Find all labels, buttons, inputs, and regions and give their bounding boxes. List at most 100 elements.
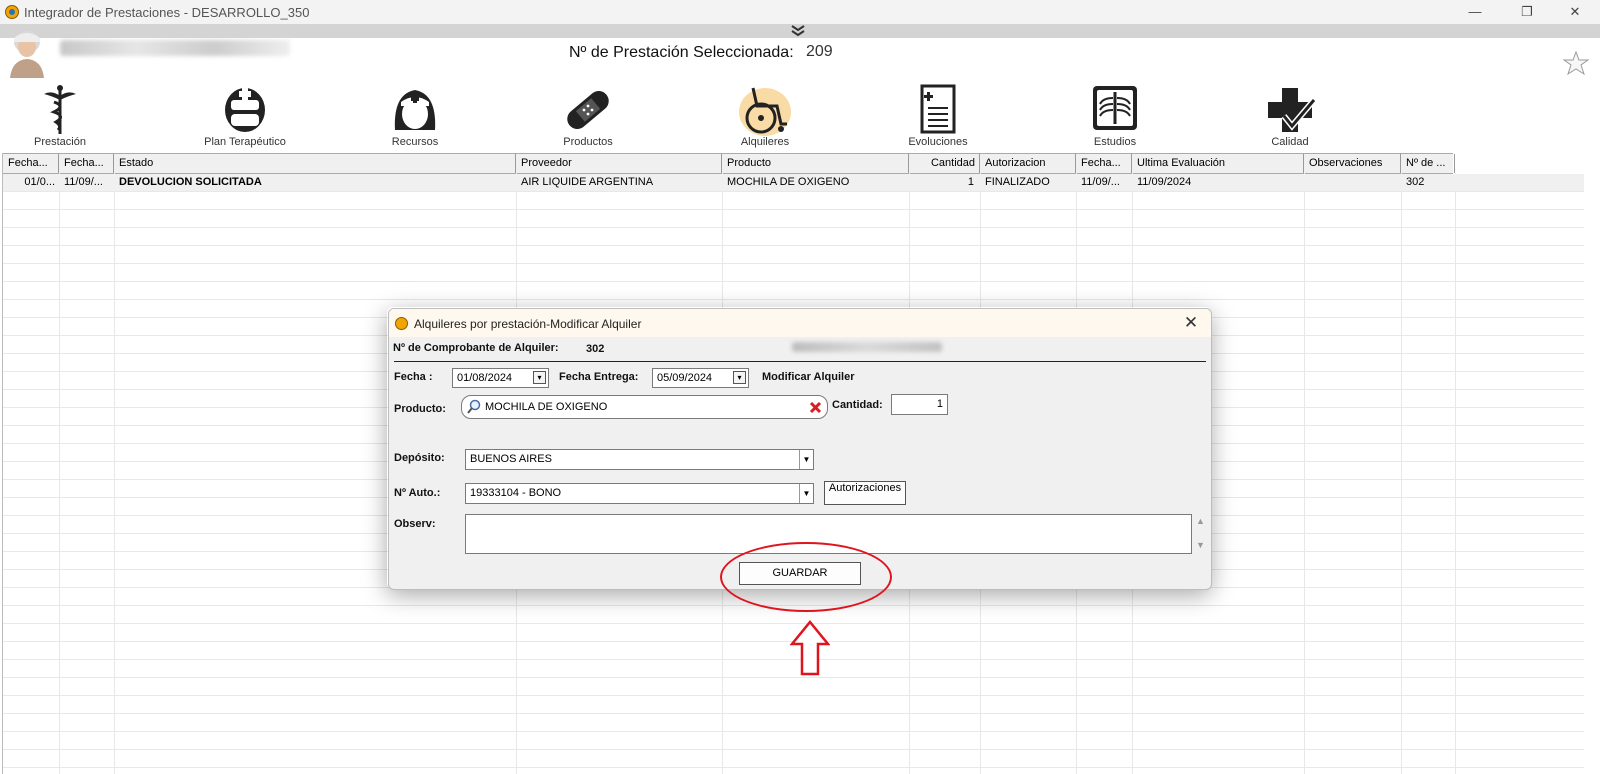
- comprobante-label: Nº de Comprobante de Alquiler:: [393, 342, 559, 354]
- cell-fecha: 01/0...: [24, 176, 55, 188]
- selected-prestacion-label: Nº de Prestación Seleccionada:: [569, 44, 794, 61]
- column-header[interactable]: Fecha...: [3, 154, 59, 173]
- collapse-header-bar[interactable]: [0, 24, 1600, 38]
- autorizacion-select[interactable]: 19333104 - BONO ▼: [465, 483, 814, 504]
- column-header[interactable]: Ultima Evaluación: [1132, 154, 1304, 173]
- column-header[interactable]: Observaciones: [1304, 154, 1401, 173]
- fecha-entrega-date-picker[interactable]: 05/09/2024 ▾: [652, 368, 749, 388]
- calendar-dropdown-icon[interactable]: ▾: [533, 371, 546, 384]
- clear-icon[interactable]: [809, 401, 822, 414]
- deposito-select[interactable]: BUENOS AIRES ▼: [465, 449, 814, 470]
- highlight-ellipse: [720, 542, 892, 612]
- grid-header: Fecha... Fecha... Estado Proveedor Produ…: [3, 153, 1455, 174]
- nurse-icon: [394, 90, 436, 130]
- clipboard-icon: [920, 84, 956, 134]
- cell-producto: MOCHILA DE OXIGENO: [727, 176, 850, 188]
- toolbar-label: Calidad: [1271, 136, 1309, 148]
- window-titlebar: Integrador de Prestaciones - DESARROLLO_…: [0, 0, 1600, 24]
- column-header[interactable]: Fecha...: [59, 154, 114, 173]
- minimize-button[interactable]: —: [1452, 2, 1498, 22]
- fecha-date-picker[interactable]: 01/08/2024 ▾: [452, 368, 549, 388]
- dialog-titlebar: Alquileres por prestación-Modificar Alqu…: [389, 309, 1211, 337]
- bandage-icon: [567, 91, 609, 129]
- table-row[interactable]: 01/0... 11/09/... DEVOLUCION SOLICITADA …: [3, 174, 1585, 192]
- toolbar-label: Plan Terapéutico: [204, 136, 286, 148]
- scroll-down-icon[interactable]: ▼: [1196, 540, 1205, 550]
- cell-observaciones: [1304, 174, 1401, 191]
- column-header[interactable]: Autorizacion: [980, 154, 1076, 173]
- fecha-entrega-value: 05/09/2024: [657, 372, 713, 384]
- toolbar-recursos[interactable]: Recursos: [375, 84, 455, 150]
- wheelchair-icon: [739, 87, 791, 136]
- close-window-button[interactable]: ✕: [1552, 2, 1598, 22]
- cell-numero: 302: [1406, 176, 1425, 188]
- patient-name-redacted: [60, 40, 290, 56]
- dialog-close-button[interactable]: ✕: [1181, 313, 1201, 333]
- toolbar-estudios[interactable]: Estudios: [1075, 84, 1155, 150]
- toolbar-prestacion[interactable]: Prestación: [20, 84, 100, 150]
- chevron-down-icon[interactable]: ▼: [799, 484, 813, 503]
- arrow-up-icon: [790, 620, 830, 676]
- deposito-value: BUENOS AIRES: [470, 453, 552, 465]
- restore-button[interactable]: ❐: [1504, 2, 1550, 22]
- nurse-mask-icon: [225, 88, 265, 132]
- patient-name-redacted: [792, 342, 942, 352]
- cell-cantidad: 1: [967, 176, 974, 188]
- toolbar-label: Alquileres: [740, 136, 790, 148]
- toolbar-calidad[interactable]: Calidad: [1250, 84, 1330, 150]
- chevron-down-icon[interactable]: [790, 25, 806, 37]
- toolbar-label: Recursos: [391, 136, 439, 148]
- dialog-title: Alquileres por prestación-Modificar Alqu…: [414, 317, 642, 331]
- autorizaciones-button[interactable]: Autorizaciones: [824, 481, 906, 505]
- comprobante-value: 302: [586, 343, 605, 355]
- column-header[interactable]: Nº de ...: [1401, 154, 1455, 173]
- toolbar-plan-terapeutico[interactable]: Plan Terapéutico: [195, 84, 295, 150]
- calendar-dropdown-icon[interactable]: ▾: [733, 371, 746, 384]
- grid-scrollbar[interactable]: [1584, 153, 1600, 774]
- column-header[interactable]: Fecha...: [1076, 154, 1132, 173]
- producto-label: Producto:: [394, 403, 446, 415]
- search-icon[interactable]: [466, 399, 482, 415]
- auto-value: 19333104 - BONO: [470, 487, 562, 499]
- toolbar-productos[interactable]: Productos: [548, 84, 628, 150]
- app-logo-icon: [395, 317, 408, 330]
- column-header[interactable]: Estado: [114, 154, 516, 173]
- column-header[interactable]: Proveedor: [516, 154, 722, 173]
- auto-label: Nº Auto.:: [394, 487, 441, 499]
- toolbar-label: Estudios: [1093, 136, 1137, 148]
- app-logo-icon: [5, 5, 19, 19]
- window-title: Integrador de Prestaciones - DESARROLLO_…: [24, 5, 310, 20]
- fecha-entrega-label: Fecha Entrega:: [559, 371, 639, 383]
- scroll-up-icon[interactable]: ▲: [1196, 516, 1205, 526]
- cell-autorizacion: FINALIZADO: [985, 176, 1050, 188]
- toolbar-label: Prestación: [34, 136, 86, 148]
- observ-scrollbar[interactable]: ▲ ▼: [1193, 514, 1209, 554]
- deposito-label: Depósito:: [394, 452, 445, 464]
- toolbar-label: Evoluciones: [908, 136, 968, 148]
- toolbar-evoluciones[interactable]: Evoluciones: [898, 84, 978, 150]
- divider: [394, 361, 1206, 362]
- xray-icon: [1093, 86, 1137, 130]
- cell-ultima-evaluacion: 11/09/2024: [1137, 176, 1192, 188]
- cell-fecha: 11/09/...: [64, 176, 103, 188]
- fecha-value: 01/08/2024: [457, 372, 513, 384]
- medical-cross-check-icon: [1268, 88, 1317, 132]
- chevron-down-icon[interactable]: ▼: [799, 450, 813, 469]
- toolbar-label: Productos: [563, 136, 613, 148]
- fecha-label: Fecha :: [394, 371, 433, 383]
- cantidad-input[interactable]: 1: [891, 394, 948, 415]
- observ-label: Observ:: [394, 518, 436, 530]
- star-icon[interactable]: [1563, 50, 1589, 76]
- producto-value: MOCHILA DE OXIGENO: [485, 401, 608, 413]
- cantidad-label: Cantidad:: [832, 399, 883, 411]
- column-header[interactable]: Cantidad: [909, 154, 980, 173]
- caduceus-icon: [44, 85, 76, 134]
- cell-proveedor: AIR LIQUIDE ARGENTINA: [521, 176, 654, 188]
- producto-search-field[interactable]: MOCHILA DE OXIGENO: [461, 395, 828, 419]
- patient-avatar: [10, 31, 44, 78]
- mode-label: Modificar Alquiler: [762, 371, 855, 383]
- selected-prestacion-value: 209: [806, 43, 833, 60]
- toolbar-alquileres[interactable]: Alquileres: [725, 84, 805, 150]
- column-header[interactable]: Producto: [722, 154, 909, 173]
- cell-fecha: 11/09/...: [1081, 176, 1120, 188]
